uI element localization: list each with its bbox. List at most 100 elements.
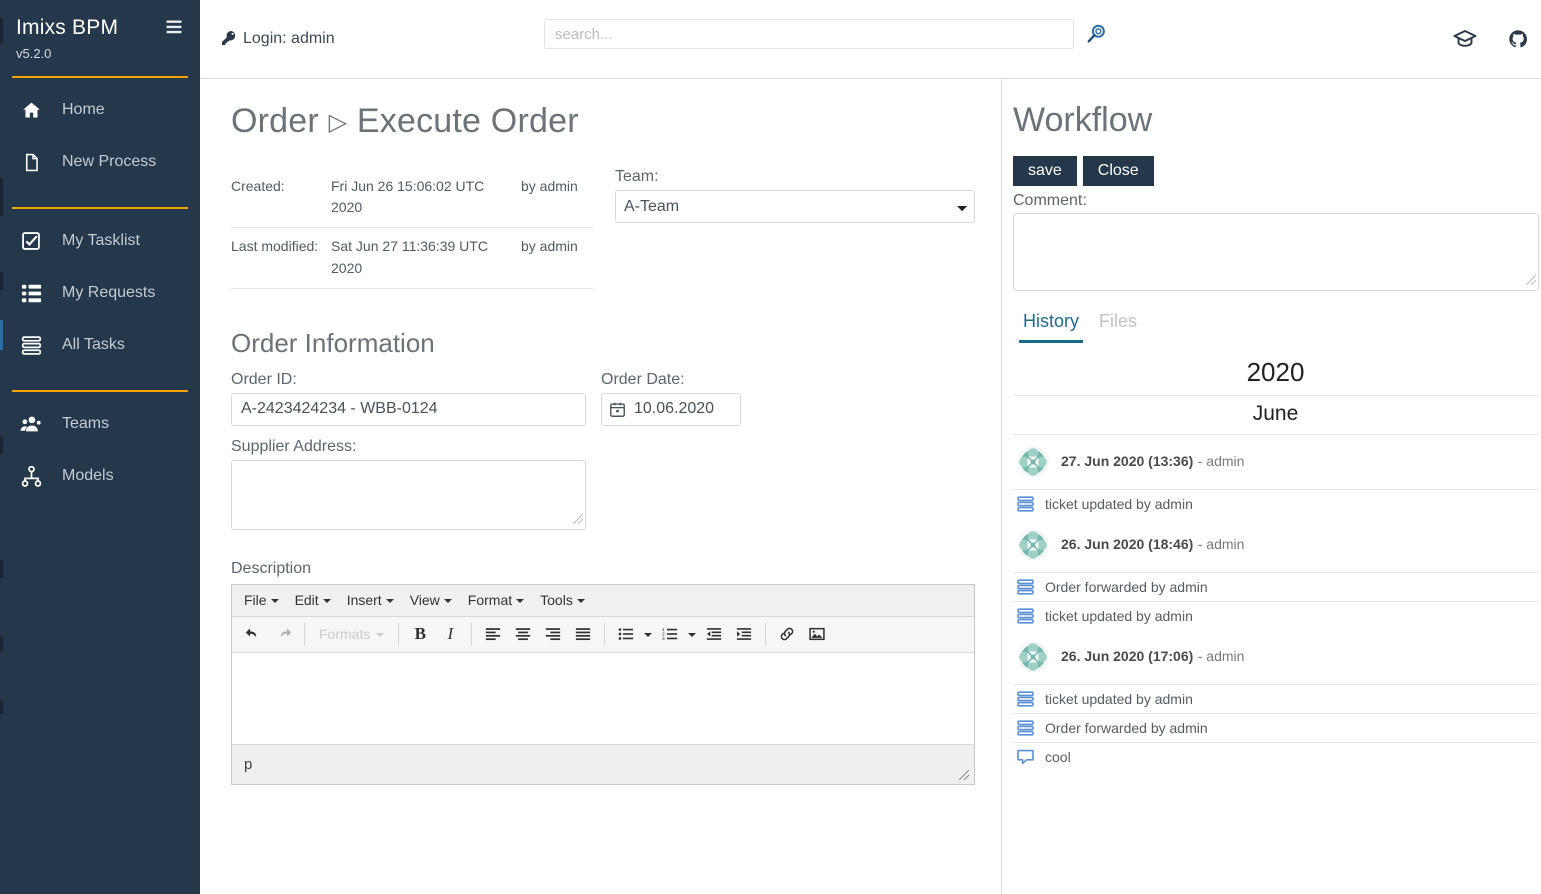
main-area: Login: admin search... Order ▷ Execute O… — [200, 0, 1541, 894]
team-label: Team: — [615, 167, 659, 185]
menu-insert[interactable]: Insert — [339, 589, 402, 611]
chevron-down-icon — [576, 599, 585, 604]
link-icon[interactable] — [772, 620, 802, 648]
graduation-cap-icon[interactable] — [1453, 28, 1477, 52]
numbered-list-dropdown[interactable] — [685, 620, 699, 648]
list-item: ticket updated by admin — [1013, 489, 1538, 518]
sidebar-item-models[interactable]: Models — [0, 450, 200, 502]
numbered-list-group: 123 — [655, 620, 699, 648]
page-title-sub: Execute Order — [356, 102, 579, 140]
chevron-down-icon — [688, 633, 697, 638]
sidebar-item-my-tasklist[interactable]: My Tasklist — [0, 215, 200, 267]
stacked-layers-icon — [1017, 496, 1034, 512]
menu-file[interactable]: File — [236, 589, 287, 611]
chevron-down-icon — [443, 599, 452, 604]
home-icon — [18, 99, 44, 121]
meta-label: Created: — [231, 167, 331, 229]
outdent-icon[interactable] — [699, 620, 729, 648]
history-list: 2020 June 27. Jun 2020 (13:36) - admin t… — [1013, 351, 1538, 771]
sidebar-item-home[interactable]: Home — [0, 84, 200, 136]
list-item: Order forwarded by admin — [1013, 713, 1538, 742]
sidebar-item-all-tasks[interactable]: All Tasks — [0, 319, 200, 371]
team-select[interactable]: A-Team — [615, 189, 975, 223]
menu-label: Tools — [540, 592, 573, 609]
file-icon — [18, 151, 44, 173]
chevron-down-icon — [322, 599, 331, 604]
chevron-down-icon — [376, 633, 385, 638]
sidebar: Imixs BPM v5.2.0 Home New Process My Tas… — [0, 0, 200, 894]
list-item: cool — [1013, 742, 1538, 771]
comment-icon — [1017, 749, 1034, 765]
history-entry-date: 27. Jun 2020 (13:36) — [1061, 453, 1194, 469]
menu-label: View — [409, 592, 440, 609]
edge-artifact — [0, 320, 3, 350]
github-icon[interactable] — [1507, 28, 1531, 52]
history-entry-date: 26. Jun 2020 (17:06) — [1061, 648, 1194, 664]
calendar-icon[interactable] — [610, 402, 625, 417]
sidebar-group-1: Home New Process — [0, 78, 200, 192]
supplier-address-textarea[interactable] — [231, 459, 586, 530]
resize-grip-icon[interactable] — [959, 769, 969, 780]
editor-content-area[interactable] — [232, 652, 974, 744]
undo-icon[interactable] — [238, 620, 268, 648]
supplier-address-field: Supplier Address: — [231, 438, 975, 530]
history-entry-title: 26. Jun 2020 (17:06) - admin — [1061, 648, 1244, 666]
check-square-icon — [18, 230, 44, 252]
indent-icon[interactable] — [729, 620, 759, 648]
image-icon[interactable] — [802, 620, 832, 648]
sidebar-item-teams[interactable]: Teams — [0, 398, 200, 450]
tab-history[interactable]: History — [1019, 309, 1084, 343]
users-icon — [18, 413, 44, 435]
formats-dropdown[interactable]: Formats — [311, 620, 392, 648]
tab-files[interactable]: Files — [1095, 309, 1141, 343]
sidebar-item-new-process[interactable]: New Process — [0, 136, 200, 188]
align-right-icon[interactable] — [538, 620, 568, 648]
comment-textarea[interactable] — [1013, 213, 1539, 291]
align-center-icon[interactable] — [508, 620, 538, 648]
italic-icon[interactable]: I — [435, 620, 465, 648]
rich-text-editor: File Edit Insert View Format Tools Forma… — [231, 583, 975, 785]
page-title: Order ▷ Execute Order — [231, 101, 975, 142]
editor-element-path[interactable]: p — [244, 756, 252, 773]
history-entry-title: 26. Jun 2020 (18:46) - admin — [1061, 536, 1244, 554]
align-left-icon[interactable] — [478, 620, 508, 648]
order-id-label: Order ID: — [231, 370, 297, 388]
edge-artifact — [0, 560, 3, 578]
menu-label: Edit — [294, 592, 319, 609]
history-year-header: 2020 — [1013, 351, 1538, 396]
chevron-down-icon — [270, 599, 279, 604]
sidebar-item-label: Models — [62, 467, 114, 484]
order-id-input[interactable] — [231, 392, 586, 426]
save-button[interactable]: save — [1013, 156, 1077, 186]
menu-format[interactable]: Format — [460, 589, 532, 611]
menu-tools[interactable]: Tools — [532, 589, 593, 611]
menu-view[interactable]: View — [402, 589, 460, 611]
bold-icon[interactable]: B — [405, 620, 435, 648]
order-date-label: Order Date: — [601, 370, 685, 388]
bullet-list-dropdown[interactable] — [641, 620, 655, 648]
redo-icon[interactable] — [268, 620, 298, 648]
align-justify-icon[interactable] — [568, 620, 598, 648]
search-icon[interactable] — [1086, 23, 1108, 45]
sidebar-item-my-requests[interactable]: My Requests — [0, 267, 200, 319]
sitemap-icon — [18, 465, 44, 487]
app-root: Imixs BPM v5.2.0 Home New Process My Tas… — [0, 0, 1541, 894]
stacked-layers-icon[interactable] — [164, 18, 184, 38]
editor-menubar: File Edit Insert View Format Tools — [232, 584, 974, 617]
sidebar-group-3: Teams Models — [0, 392, 200, 506]
order-id-date-row: Order ID: Order Date: — [231, 371, 975, 426]
workflow-tabs: History Files — [1013, 309, 1538, 343]
menu-edit[interactable]: Edit — [287, 589, 339, 611]
bullet-list-group — [611, 620, 655, 648]
close-button[interactable]: Close — [1082, 156, 1154, 186]
numbered-list-icon[interactable]: 123 — [655, 620, 685, 648]
team-field: Team: A-Team — [615, 168, 975, 289]
edge-artifact — [0, 178, 3, 216]
search-input[interactable] — [544, 19, 1074, 49]
history-line-text: ticket updated by admin — [1045, 496, 1193, 512]
bullet-list-icon[interactable] — [611, 620, 641, 648]
identicon-avatar — [1017, 641, 1049, 673]
order-id-field: Order ID: — [231, 371, 586, 426]
sidebar-item-label: My Tasklist — [62, 232, 140, 249]
list-item: Order forwarded by admin — [1013, 572, 1538, 601]
